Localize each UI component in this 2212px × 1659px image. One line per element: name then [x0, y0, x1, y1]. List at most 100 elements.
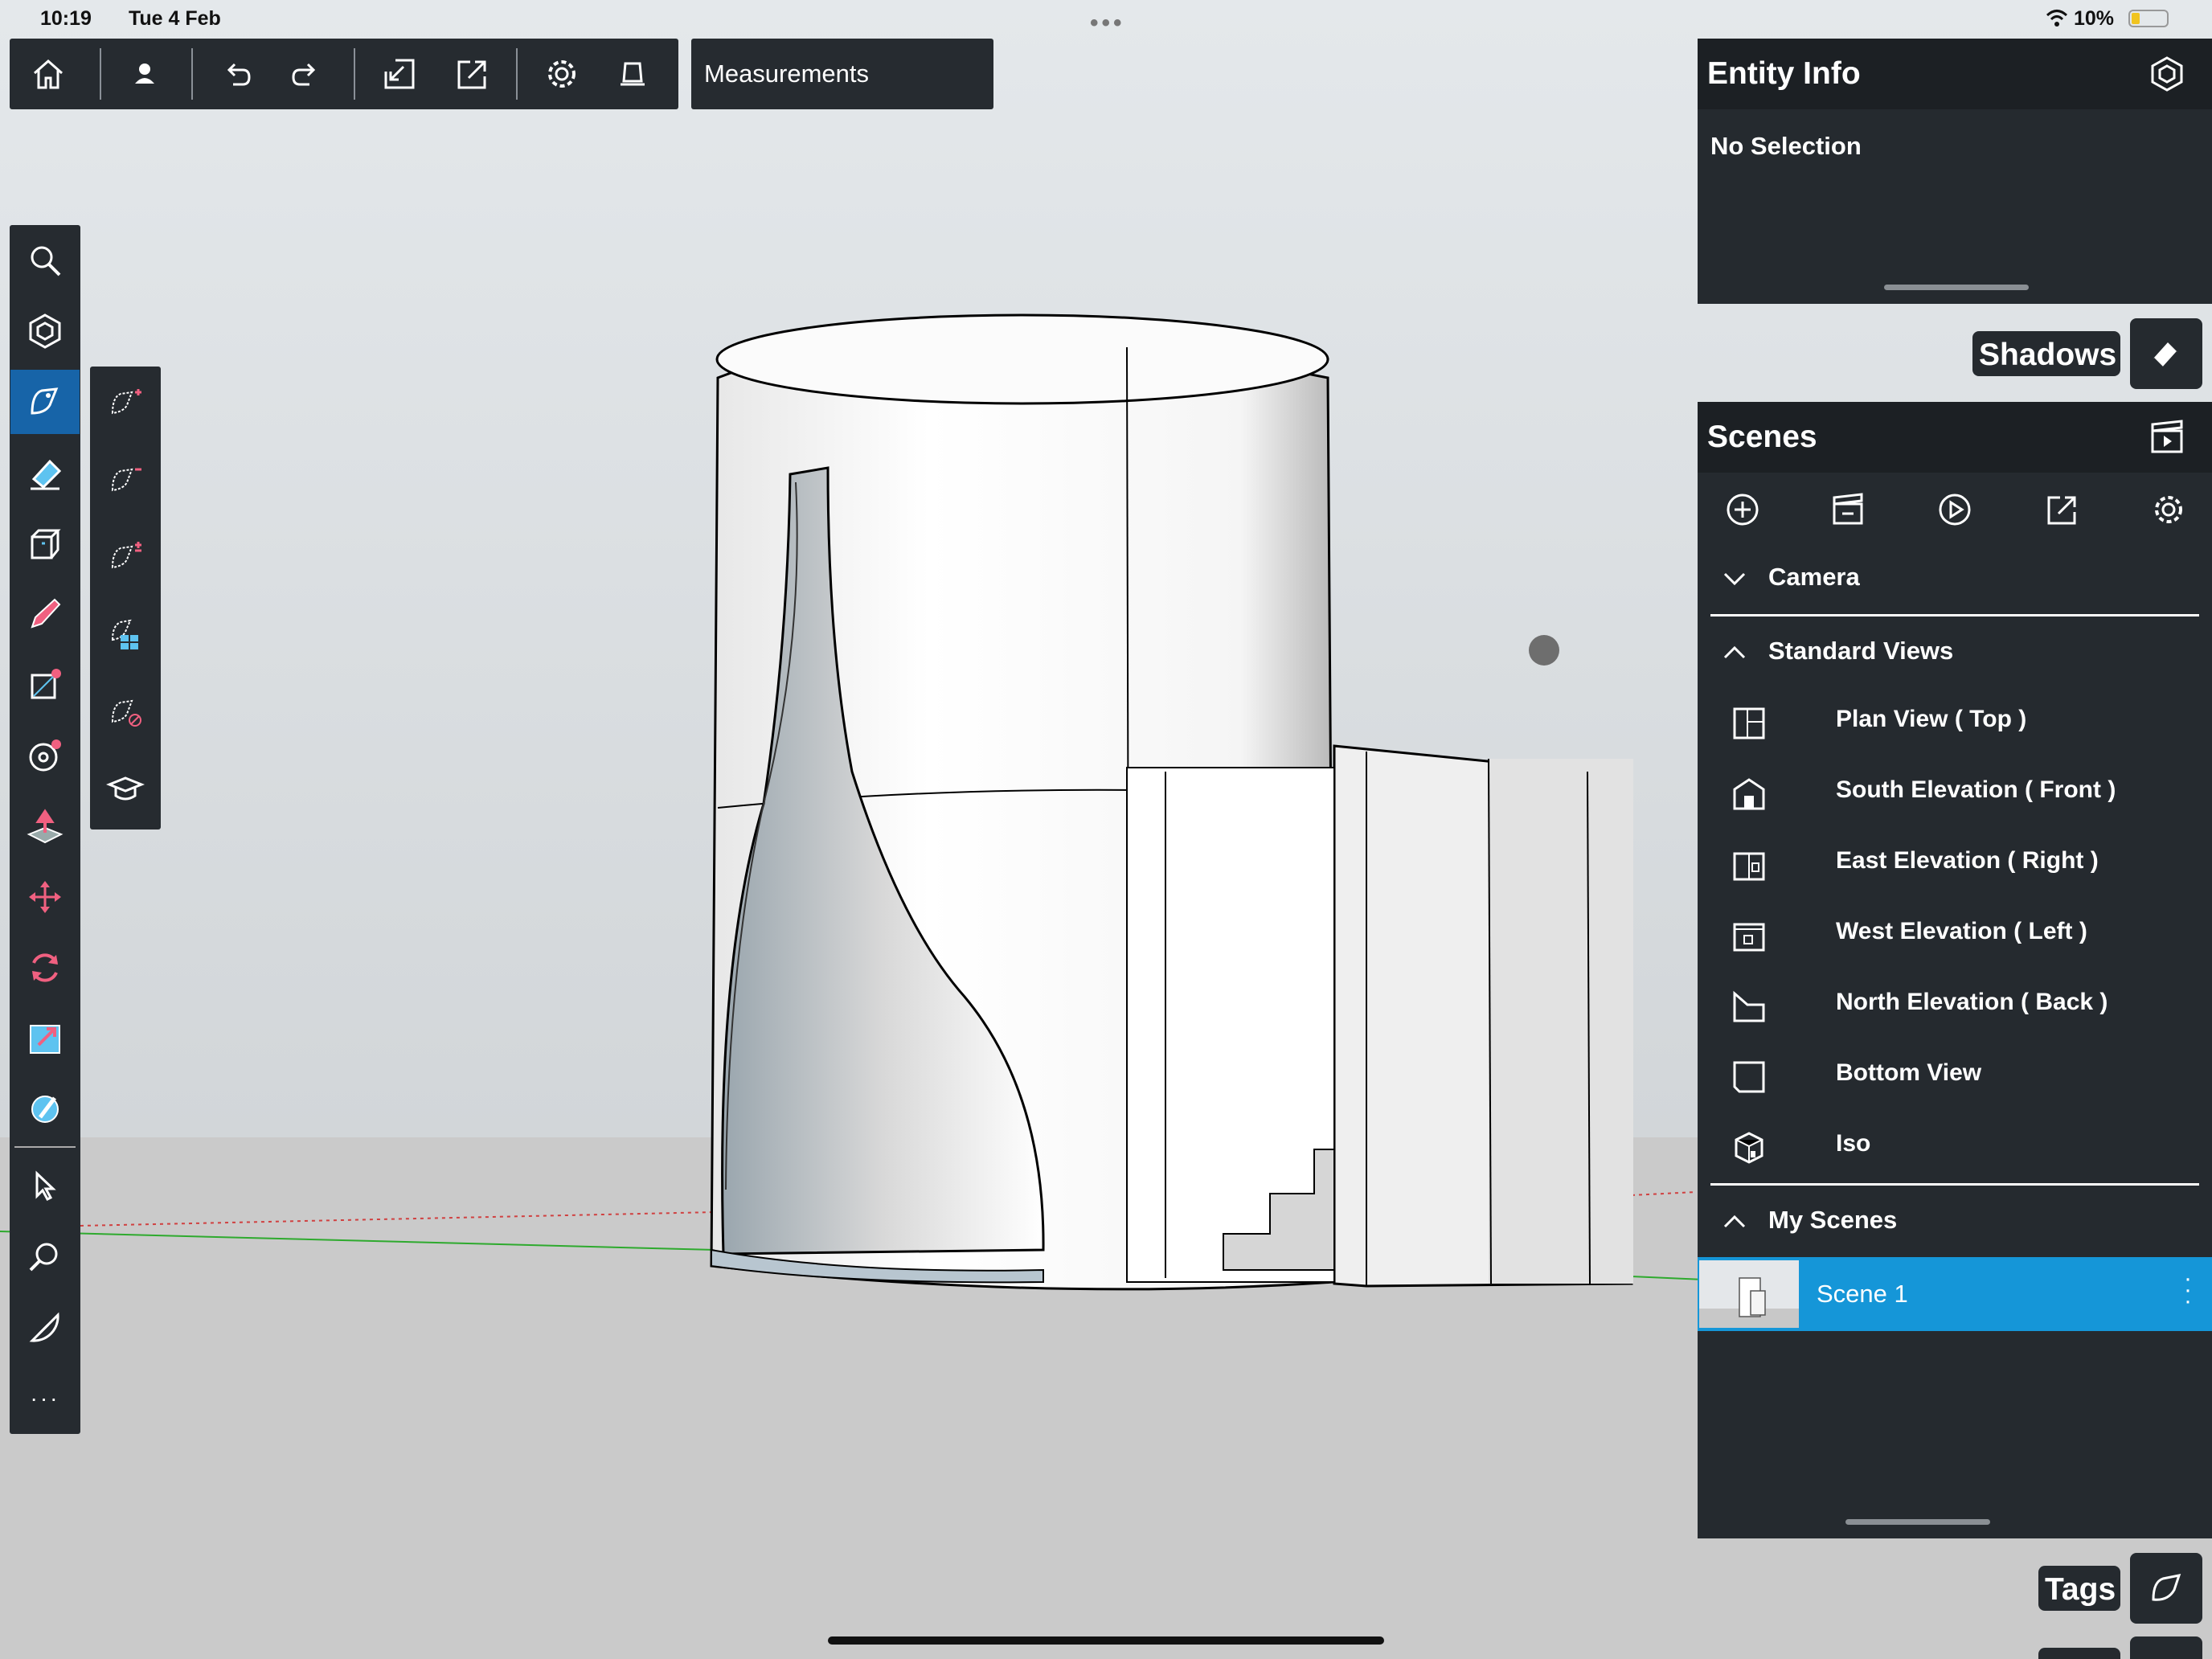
paint-icon[interactable]: [10, 1077, 80, 1141]
view-north-elevation[interactable]: North Elevation ( Back ): [1698, 971, 2212, 1042]
move-icon[interactable]: [10, 865, 80, 929]
tag-grid-icon[interactable]: [91, 603, 160, 667]
scenes-icon: [2148, 418, 2186, 457]
standard-views-label: Standard Views: [1768, 637, 1954, 665]
shadows-icon: [2152, 342, 2179, 371]
zoom-icon[interactable]: [10, 1225, 80, 1289]
red-axis: [80, 1211, 716, 1227]
entity-info-icon[interactable]: [2148, 55, 2186, 93]
search-icon[interactable]: [10, 228, 80, 293]
scene-name: Scene 1: [1817, 1280, 1908, 1308]
add-scene-icon[interactable]: [1720, 487, 1765, 532]
iso-view-icon: [1735, 1132, 1763, 1164]
redo-icon[interactable]: [283, 55, 328, 93]
shadows-label: Shadows: [1979, 338, 2117, 372]
scenes-title: Scenes: [1707, 420, 1817, 454]
south-elevation-icon: [1733, 778, 1765, 810]
panel-resize-handle[interactable]: [1845, 1519, 1990, 1525]
tags-button[interactable]: [2130, 1553, 2202, 1624]
plan-view-icon: [1733, 707, 1765, 739]
shadows-toggle-button[interactable]: [2130, 318, 2202, 389]
user-icon[interactable]: [122, 55, 167, 93]
export-scene-icon[interactable]: [2040, 487, 2085, 532]
status-date: Tue 4 Feb: [129, 7, 221, 30]
view-label: South Elevation ( Front ): [1836, 776, 2116, 803]
view-label: North Elevation ( Back ): [1836, 989, 2108, 1015]
scene-settings-icon[interactable]: [2146, 487, 2191, 532]
view-bottom[interactable]: Bottom View: [1698, 1042, 2212, 1112]
update-scene-icon[interactable]: [1825, 487, 1870, 532]
measurements-box[interactable]: Measurements: [691, 39, 993, 109]
play-scenes-icon[interactable]: [1932, 487, 1977, 532]
view-east-elevation[interactable]: East Elevation ( Right ): [1698, 830, 2212, 900]
home-icon[interactable]: [26, 55, 71, 93]
shadows-label-pill[interactable]: Shadows: [1972, 331, 2120, 376]
view-label: East Elevation ( Right ): [1836, 847, 2099, 874]
entity-info-title: Entity Info: [1707, 56, 1861, 91]
my-scenes-label: My Scenes: [1768, 1206, 1898, 1234]
measurements-label: Measurements: [704, 59, 870, 88]
undo-icon[interactable]: [215, 55, 260, 93]
tag-tool-icon[interactable]: [10, 370, 80, 434]
view-label: Iso: [1836, 1130, 1871, 1157]
east-elevation-icon: [1733, 852, 1765, 881]
west-elevation-icon: [1733, 923, 1765, 952]
scene-thumbnail: [1699, 1260, 1799, 1328]
eraser-scroll-icon[interactable]: [610, 55, 655, 93]
green-axis: [0, 1231, 716, 1251]
home-indicator[interactable]: [828, 1636, 1384, 1645]
wifi-icon: [2046, 8, 2068, 29]
scale-icon[interactable]: [10, 1006, 80, 1071]
view-label: Plan View ( Top ): [1836, 706, 2027, 732]
tag-toggle-icon[interactable]: [91, 526, 160, 590]
select-icon[interactable]: [10, 1154, 80, 1219]
battery-icon: [2128, 10, 2169, 27]
view-label: Bottom View: [1836, 1059, 1982, 1086]
view-plan-top[interactable]: Plan View ( Top ): [1698, 688, 2212, 759]
tags-label: Tags: [2045, 1572, 2116, 1607]
tag-remove-icon[interactable]: [91, 449, 160, 513]
more-icon[interactable]: ···: [10, 1366, 80, 1431]
camera-section-header[interactable]: Camera: [1698, 547, 2212, 611]
box-icon[interactable]: [10, 511, 80, 576]
view-south-elevation[interactable]: South Elevation ( Front ): [1698, 759, 2212, 830]
status-time: 10:19: [40, 7, 92, 30]
tag-icon: [2152, 1574, 2181, 1601]
panel-resize-handle[interactable]: [1884, 285, 2029, 290]
battery-percent: 10%: [2074, 7, 2115, 30]
components-icon[interactable]: [10, 299, 80, 363]
rectangle-icon[interactable]: [10, 653, 80, 717]
eraser-icon[interactable]: [10, 440, 80, 505]
push-pull-icon[interactable]: [10, 794, 80, 858]
next-panel-pill[interactable]: [2038, 1648, 2120, 1659]
view-west-elevation[interactable]: West Elevation ( Left ): [1698, 900, 2212, 971]
protractor-icon[interactable]: [10, 1296, 80, 1360]
multitask-dots[interactable]: •••: [1090, 10, 1125, 37]
import-icon[interactable]: [377, 55, 422, 93]
next-panel-button[interactable]: [2130, 1636, 2202, 1659]
rotate-icon[interactable]: [10, 936, 80, 1000]
chevron-down-icon: [1723, 572, 1746, 586]
circle-icon[interactable]: [10, 723, 80, 788]
chevron-up-icon: [1723, 645, 1746, 659]
pencil-icon[interactable]: [10, 582, 80, 646]
settings-icon[interactable]: [539, 55, 584, 93]
standard-views-section-header[interactable]: Standard Views: [1698, 621, 2212, 685]
camera-label: Camera: [1768, 563, 1860, 591]
view-iso[interactable]: Iso: [1698, 1112, 2212, 1183]
scene-item[interactable]: Scene 1 · · ·: [1698, 1257, 2212, 1331]
view-label: West Elevation ( Left ): [1836, 918, 2087, 944]
tag-clear-icon[interactable]: [91, 680, 160, 744]
scene-options-icon[interactable]: · · ·: [2180, 1267, 2196, 1313]
main-toolbar: [10, 39, 678, 109]
learn-icon[interactable]: [91, 757, 160, 821]
export-icon[interactable]: [450, 55, 495, 93]
chevron-up-icon: [1723, 1215, 1746, 1228]
north-elevation-icon: [1733, 990, 1765, 1022]
orbit-marker[interactable]: [1529, 635, 1559, 666]
bottom-view-icon: [1733, 1061, 1765, 1093]
entity-info-panel: Entity Info No Selection: [1698, 39, 2212, 304]
my-scenes-section-header[interactable]: My Scenes: [1698, 1190, 2212, 1254]
tag-add-icon[interactable]: [91, 371, 160, 436]
tags-label-pill[interactable]: Tags: [2038, 1566, 2120, 1611]
